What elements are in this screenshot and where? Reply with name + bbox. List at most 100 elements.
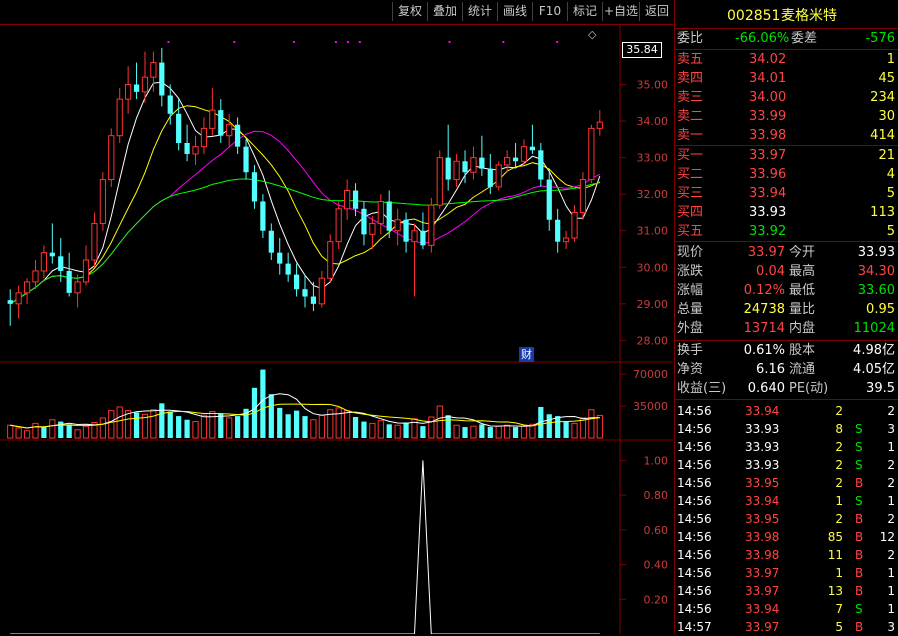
- buy-price: 33.93: [749, 205, 787, 220]
- tick-row[interactable]: 14:56 33.93 2 S 1: [675, 438, 898, 456]
- price-tick-label: 31.00: [637, 225, 669, 238]
- tick-count: 12: [879, 530, 895, 544]
- candle-body: [260, 201, 266, 231]
- quote-label: 现价: [677, 245, 704, 260]
- candle-body: [538, 150, 544, 180]
- buy-level-label: 买四: [677, 205, 704, 220]
- candle-body: [571, 211, 578, 239]
- tick-time: 14:56: [677, 494, 712, 508]
- sell-order-row: 卖一 33.98 414: [675, 127, 898, 145]
- financial-report-marker[interactable]: 财: [519, 347, 534, 362]
- sell-price: 33.99: [749, 109, 787, 124]
- volume-bar: [487, 427, 493, 438]
- toolbar-button-draw-line[interactable]: 画线: [497, 2, 532, 21]
- tick-row[interactable]: 14:56 33.93 8 S 3: [675, 420, 898, 438]
- tick-row[interactable]: 14:56 33.98 85 B 12: [675, 528, 898, 546]
- tick-row[interactable]: 14:56 33.94 1 S 1: [675, 492, 898, 510]
- quote-label: 总量: [677, 302, 704, 317]
- candle-body: [386, 201, 392, 231]
- tick-direction: B: [855, 548, 864, 562]
- volume-series: [7, 369, 603, 439]
- tick-count: 1: [887, 494, 895, 508]
- tick-count: 1: [887, 440, 895, 454]
- indicator-line: [10, 460, 600, 634]
- tick-price: 33.93: [745, 458, 780, 472]
- candle-body: [108, 135, 115, 181]
- quote-label: 最高: [789, 264, 816, 279]
- candle-body: [285, 263, 291, 275]
- sell-order-row: 卖五 34.02 1: [675, 51, 898, 69]
- tick-row[interactable]: 14:56 33.93 2 S 2: [675, 456, 898, 474]
- tick-row[interactable]: 14:56 33.95 2 B 2: [675, 510, 898, 528]
- tick-volume: 2: [835, 512, 843, 526]
- quote-label: 内盘: [789, 321, 816, 336]
- volume-bar: [293, 410, 300, 438]
- volume-bar: [479, 424, 485, 438]
- candle-body: [49, 252, 55, 257]
- quote-label: 最低: [789, 283, 816, 298]
- event-dot: [293, 41, 296, 43]
- buy-order-row: 买四 33.93 113: [675, 204, 898, 222]
- tick-row[interactable]: 14:56 33.97 13 B 1: [675, 582, 898, 600]
- toolbar-button-f10[interactable]: F10: [532, 2, 567, 21]
- volume-bar: [66, 424, 72, 438]
- quote-value: 0.12%: [743, 283, 785, 298]
- candle-body: [411, 230, 418, 243]
- tick-row[interactable]: 14:56 33.98 11 B 2: [675, 546, 898, 564]
- tick-volume: 11: [827, 548, 843, 562]
- tick-row[interactable]: 14:56 33.97 1 B 1: [675, 564, 898, 582]
- toolbar-button-mark[interactable]: 标记: [567, 2, 602, 21]
- fundamental-row: 净资 6.16 流通 4.05亿: [675, 361, 898, 379]
- fundamental-value: 4.98亿: [853, 343, 895, 358]
- tick-price: 33.97: [745, 584, 780, 598]
- fundamental-label: 股本: [789, 343, 816, 358]
- volume-bar: [352, 417, 359, 438]
- candle-body: [184, 143, 190, 154]
- toolbar-button-add-watchlist[interactable]: +自选: [602, 2, 639, 21]
- quote-value: 24738: [743, 302, 785, 317]
- tick-direction: B: [855, 620, 864, 634]
- price-tick-label: 35.00: [637, 79, 669, 92]
- volume-bar: [571, 422, 578, 439]
- tick-volume: 7: [835, 602, 843, 616]
- volume-bar: [32, 422, 39, 439]
- sell-level-label: 卖三: [677, 90, 704, 105]
- tick-price: 33.94: [745, 494, 780, 508]
- candle-body: [192, 146, 199, 155]
- kline-chart-area[interactable]: 35.00 34.00 33.00 32.00 31.00 30.00 29.00 28.00…: [0, 25, 673, 634]
- diamond-icon[interactable]: ◇: [588, 28, 596, 41]
- volume-bar: [74, 429, 81, 439]
- toolbar-button-overlay[interactable]: 叠加: [427, 2, 462, 21]
- sell-price: 33.98: [749, 128, 787, 143]
- volume-bar: [310, 419, 317, 439]
- tick-direction: S: [855, 440, 863, 454]
- volume-bar: [462, 427, 468, 438]
- candle-body: [176, 113, 182, 143]
- tick-direction: B: [855, 566, 864, 580]
- quote-value: 33.93: [857, 245, 895, 260]
- tick-price: 33.98: [745, 548, 780, 562]
- sell-price: 34.01: [749, 71, 787, 86]
- buy-price: 33.94: [749, 186, 787, 201]
- tick-row[interactable]: 14:56 33.94 7 S 1: [675, 600, 898, 618]
- price-tick-label: 29.00: [637, 298, 669, 311]
- toolbar-button-statistics[interactable]: 统计: [462, 2, 497, 21]
- candle-body: [141, 76, 149, 93]
- tick-row[interactable]: 14:57 33.97 5 B 3: [675, 618, 898, 636]
- candle-body: [394, 219, 401, 232]
- sell-volume: 234: [870, 90, 895, 105]
- toolbar-button-restore-rights[interactable]: 复权: [392, 2, 427, 21]
- buy-order-row: 买一 33.97 21: [675, 147, 898, 165]
- candle-body: [445, 157, 451, 180]
- toolbar-button-back[interactable]: 返回: [639, 2, 674, 21]
- candle-body: [293, 274, 300, 290]
- quote-row: 涨跌 0.04 最高 34.30: [675, 263, 898, 281]
- tick-row[interactable]: 14:56 33.95 2 B 2: [675, 474, 898, 492]
- moving-average-lines: [9, 81, 601, 305]
- candle-body: [235, 124, 241, 147]
- event-dot: [358, 41, 361, 43]
- volume-bar: [7, 424, 14, 439]
- tick-direction: S: [855, 602, 863, 616]
- tick-row[interactable]: 14:56 33.94 2 2: [675, 402, 898, 420]
- buy-level-label: 买二: [677, 167, 704, 182]
